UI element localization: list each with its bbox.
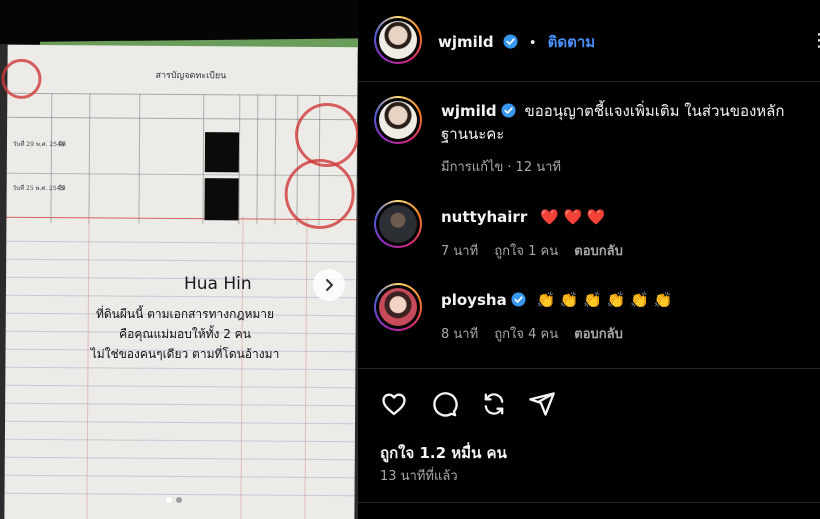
comment-meta: 8 นาที ถูกใจ 4 คน ตอบกลับ [441,323,635,344]
post-side-panel: wjmild • ติดตาม ⋮ wjmild ขออนุญาตชี้แจงเ… [358,0,820,519]
avatar-story-ring[interactable] [374,16,422,64]
likes-count[interactable]: ถูกใจ 1.2 หมื่น คน [380,441,507,465]
comment-username[interactable]: wjmild [441,102,497,120]
reply-button[interactable]: ตอบกลับ [574,327,623,342]
redaction-block [204,178,239,221]
post-header: wjmild • ติดตาม ⋮ [358,0,820,82]
row-date: วันที่ 29 พ.ศ. 2544 [12,140,65,149]
comment-time[interactable]: 12 นาที [516,160,561,175]
comment-text: 👏 👏 👏 👏 👏 👏 [536,291,673,309]
repost-icon [484,393,504,415]
comment-text: ❤️ ❤️ ❤️ [540,208,606,226]
redaction-block [204,132,240,173]
row-label: ให้ [58,141,66,149]
share-button[interactable] [526,388,558,420]
post-image[interactable]: สารบัญจดทะเบียน วันที่ 29 พ.ศ. 2544 ให้ … [0,0,358,519]
more-options-icon[interactable]: ⋮ [810,30,820,51]
carousel-indicator [166,497,182,503]
row-label: ให้ [58,185,66,193]
comment-icon [433,392,458,417]
comment-likes[interactable]: ถูกใจ 4 คน [494,327,558,342]
image-caption-line: ไม่ใช่ของคนๆเดียว ตามที่โดนอ้างมา [90,347,280,361]
document-heading: สารบัญจดทะเบียน [155,70,227,82]
chevron-right-icon [326,279,333,291]
share-icon [529,392,555,416]
verified-icon [501,103,516,118]
comment-time[interactable]: 8 นาที [441,327,478,342]
comment-time[interactable]: 7 นาที [441,244,478,259]
official-stamp [294,102,358,168]
image-caption-title: Hua Hin [184,274,252,294]
heart-icon [382,393,406,416]
comment-input-bar[interactable] [358,502,820,519]
edited-label: มีการแก้ไข [441,160,504,175]
follow-button[interactable]: ติดตาม [548,33,596,51]
avatar-story-ring[interactable] [374,200,422,248]
comment-likes[interactable]: ถูกใจ 1 คน [494,244,558,259]
image-caption-line: ที่ดินผืนนี้ ตามเอกสารทางกฎหมาย [95,307,275,321]
carousel-next-button[interactable] [313,269,345,301]
avatar-story-ring[interactable] [374,96,422,144]
official-stamp [1,58,42,100]
avatar [379,21,417,59]
caption-meta: มีการแก้ไข · 12 นาที [441,160,561,175]
image-caption-line: คือคุณแม่มอบให้ทั้ง 2 คน [119,327,251,341]
comment-username[interactable]: nuttyhairr [441,208,527,226]
avatar-story-ring[interactable] [374,283,422,331]
comment-username[interactable]: ploysha [441,291,507,309]
repost-button[interactable] [478,388,510,420]
verified-icon [511,292,526,307]
header-username[interactable]: wjmild [438,33,494,51]
like-button[interactable] [378,388,410,420]
comment-body: nuttyhairr ❤️ ❤️ ❤️ [441,206,606,229]
caption-body: wjmild ขออนุญาตชี้แจงเพิ่มเติม ในส่วนของ… [441,100,811,146]
image-top-bar [0,0,358,44]
image-caption: ที่ดินผืนนี้ ตามเอกสารทางกฎหมาย คือคุณแม… [70,304,300,364]
carousel-dot [176,497,182,503]
row-date: วันที่ 25 พ.ศ. 2545 [12,184,65,193]
carousel-dot-active [166,497,172,503]
avatar [379,205,417,243]
avatar [379,288,417,326]
comment-body: ploysha 👏 👏 👏 👏 👏 👏 [441,289,672,312]
header-separator: • [528,36,537,51]
verified-icon [503,34,518,49]
comment-item: ploysha 👏 👏 👏 👏 👏 👏 8 นาที ถูกใจ 4 คน ตอ… [358,283,820,353]
reply-button[interactable]: ตอบกลับ [574,244,623,259]
official-stamp [284,158,355,230]
land-title-document: สารบัญจดทะเบียน วันที่ 29 พ.ศ. 2544 ให้ … [1,44,358,519]
avatar [379,101,417,139]
comment-item: nuttyhairr ❤️ ❤️ ❤️ 7 นาที ถูกใจ 1 คน ตอ… [358,198,820,268]
post-actions: ถูกใจ 1.2 หมื่น คน 13 นาทีที่แล้ว [358,368,820,519]
comment-meta: 7 นาที ถูกใจ 1 คน ตอบกลับ [441,240,635,261]
comment-button[interactable] [428,388,460,420]
post-timestamp[interactable]: 13 นาทีที่แล้ว [380,465,458,486]
caption-comment: wjmild ขออนุญาตชี้แจงเพิ่มเติม ในส่วนของ… [358,96,820,182]
